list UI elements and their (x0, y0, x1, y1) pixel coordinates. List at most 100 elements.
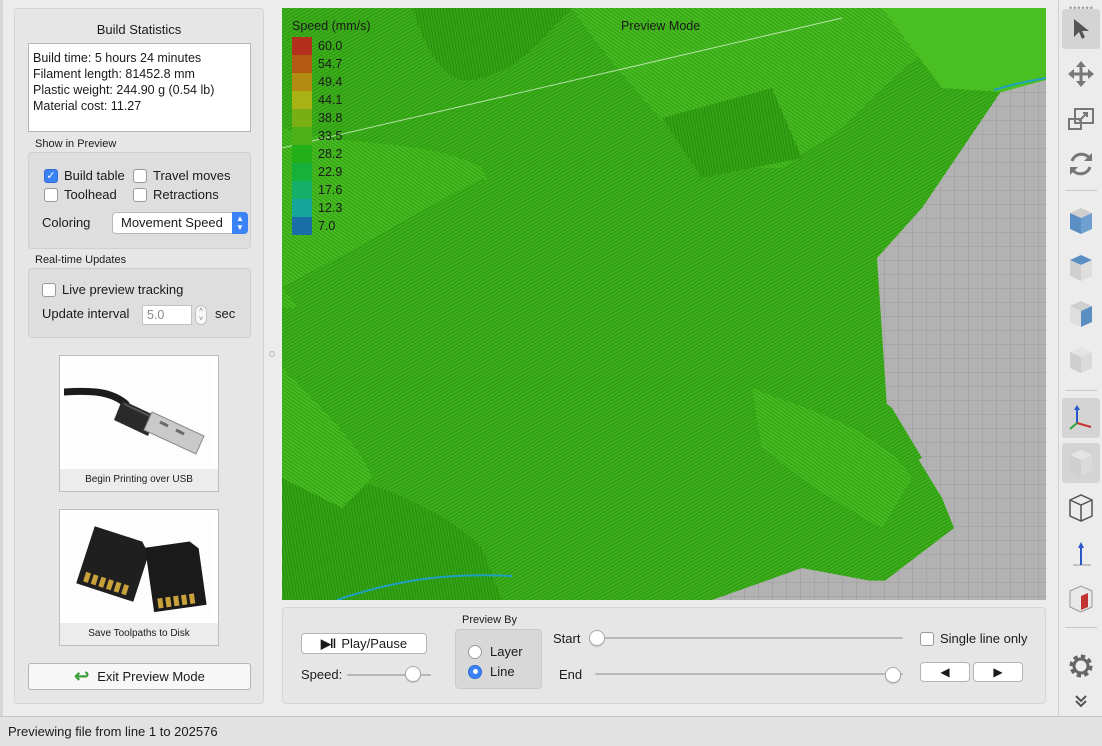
play-pause-button[interactable]: ▶‖ Play/Pause (301, 633, 427, 654)
checkbox-box (42, 282, 56, 297)
realtime-updates-label: Real-time Updates (35, 254, 127, 266)
usb-cable-image (64, 360, 214, 466)
build-panel: Build Statistics Build time: 5 hours 24 … (14, 8, 264, 704)
line-radio[interactable]: Line (468, 664, 515, 679)
build-statistics-box: Build time: 5 hours 24 minutes Filament … (28, 43, 251, 132)
toolbar-divider (1065, 190, 1097, 191)
save-tile-caption: Save Toolpaths to Disk (60, 623, 218, 645)
legend-value: 33.5 (318, 129, 343, 143)
legend-entry: 7.0 (292, 217, 371, 235)
legend-entry: 49.4 (292, 73, 371, 91)
filament-length: Filament length: 81452.8 mm (33, 67, 195, 81)
interval-stepper[interactable]: ˄ ˅ (195, 305, 207, 325)
layer-radio[interactable]: Layer (468, 644, 523, 659)
show-in-preview-group: ✓ Build table Travel moves Toolhead Retr… (28, 152, 251, 249)
view-side-cube-icon[interactable] (1062, 294, 1100, 334)
splitter-handle[interactable] (269, 351, 275, 357)
scale-icon[interactable] (1062, 99, 1100, 139)
legend-value: 12.3 (318, 201, 343, 215)
retractions-label: Retractions (153, 187, 219, 202)
radio-circle-selected (468, 664, 482, 679)
layer-option-label: Layer (490, 644, 523, 659)
checkbox-box (920, 631, 934, 646)
usb-tile-caption: Begin Printing over USB (60, 469, 218, 491)
legend-swatch (292, 199, 312, 217)
legend-value: 22.9 (318, 165, 343, 179)
previous-line-button[interactable]: ◀ (920, 662, 970, 682)
realtime-updates-group: Live preview tracking Update interval 5.… (28, 268, 251, 338)
single-line-label: Single line only (940, 631, 1028, 646)
build-table-checkbox[interactable]: ✓ Build table (44, 168, 125, 183)
travel-moves-checkbox[interactable]: Travel moves (133, 168, 231, 183)
view-iso-cube-icon[interactable] (1062, 340, 1100, 380)
next-line-button[interactable]: ▶ (973, 662, 1023, 682)
3d-viewport[interactable]: Speed (mm/s) 60.0 54.7 49.4 44.1 38.8 33.5 28.… (282, 8, 1046, 600)
exit-preview-button[interactable]: ↩ Exit Preview Mode (28, 663, 251, 690)
usb-print-tile[interactable]: Begin Printing over USB (59, 355, 219, 492)
speed-slider-knob[interactable] (404, 666, 421, 682)
legend-swatch (292, 181, 312, 199)
start-slider-knob[interactable] (589, 630, 605, 646)
play-pause-label: Play/Pause (341, 636, 408, 651)
speed-label: Speed: (301, 667, 343, 682)
legend-value: 17.6 (318, 183, 343, 197)
play-pause-icon: ▶‖ (320, 635, 337, 651)
plastic-weight: Plastic weight: 244.90 g (0.54 lb) (33, 83, 215, 97)
material-cost: Material cost: 11.27 (33, 99, 142, 113)
toolhead-checkbox[interactable]: Toolhead (44, 187, 117, 202)
legend-value: 54.7 (318, 57, 343, 71)
checkmark-icon: ✓ (44, 168, 58, 183)
legend-entry: 44.1 (292, 91, 371, 109)
legend-swatch (292, 109, 312, 127)
legend-entry: 22.9 (292, 163, 371, 181)
legend-value: 38.8 (318, 111, 343, 125)
retractions-checkbox[interactable]: Retractions (133, 187, 219, 202)
toolbar-divider (1065, 627, 1097, 628)
gear-icon[interactable] (1062, 646, 1100, 686)
start-slider-track[interactable] (597, 637, 903, 639)
build-table-label: Build table (64, 168, 125, 183)
legend-entry: 38.8 (292, 109, 371, 127)
start-label: Start (553, 631, 581, 646)
normal-axis-icon[interactable] (1062, 534, 1100, 574)
show-in-preview-label: Show in Preview (35, 138, 117, 150)
expand-chevron-icon[interactable] (1062, 686, 1100, 716)
update-interval-label: Update interval (42, 306, 130, 321)
update-interval-input[interactable]: 5.0 (142, 305, 192, 325)
checkbox-box (133, 168, 147, 183)
legend-swatch (292, 91, 312, 109)
rotate-icon[interactable] (1062, 144, 1100, 184)
window-left-edge (0, 0, 3, 716)
legend-entry: 54.7 (292, 55, 371, 73)
end-slider-knob[interactable] (885, 667, 901, 683)
view-front-cube-icon[interactable] (1062, 201, 1100, 241)
updown-arrows-icon: ▲ ▼ (232, 212, 248, 234)
sd-cards-image (64, 514, 214, 620)
single-line-checkbox[interactable]: Single line only (920, 631, 1027, 646)
build-time: Build time: 5 hours 24 minutes (33, 51, 202, 65)
legend-entry: 17.6 (292, 181, 371, 199)
coloring-select[interactable]: Movement Speed ▲ ▼ (112, 212, 248, 234)
view-top-cube-icon[interactable] (1062, 248, 1100, 288)
back-arrow-icon: ↩ (74, 666, 90, 686)
playback-controls: ▶‖ Play/Pause Speed: Preview By Layer Li… (282, 607, 1046, 704)
cross-section-icon[interactable] (1062, 579, 1100, 619)
save-toolpaths-tile[interactable]: Save Toolpaths to Disk (59, 509, 219, 646)
legend-swatch (292, 55, 312, 73)
axes-icon[interactable] (1062, 398, 1100, 438)
legend-swatch (292, 127, 312, 145)
view-toolbar: •••••• (1058, 0, 1102, 716)
solid-view-icon[interactable] (1062, 443, 1100, 483)
end-label: End (559, 667, 583, 682)
select-arrow-icon[interactable] (1062, 9, 1100, 49)
build-statistics-title: Build Statistics (96, 22, 182, 37)
move-icon[interactable] (1062, 54, 1100, 94)
speed-legend: Speed (mm/s) 60.0 54.7 49.4 44.1 38.8 33.5 28.… (292, 19, 371, 235)
checkbox-box (133, 187, 147, 202)
legend-entry: 33.5 (292, 127, 371, 145)
live-tracking-checkbox[interactable]: Live preview tracking (42, 282, 183, 297)
preview-by-group: Layer Line (455, 629, 542, 689)
end-slider-track[interactable] (595, 673, 903, 675)
legend-value: 44.1 (318, 93, 343, 107)
wireframe-view-icon[interactable] (1062, 488, 1100, 528)
